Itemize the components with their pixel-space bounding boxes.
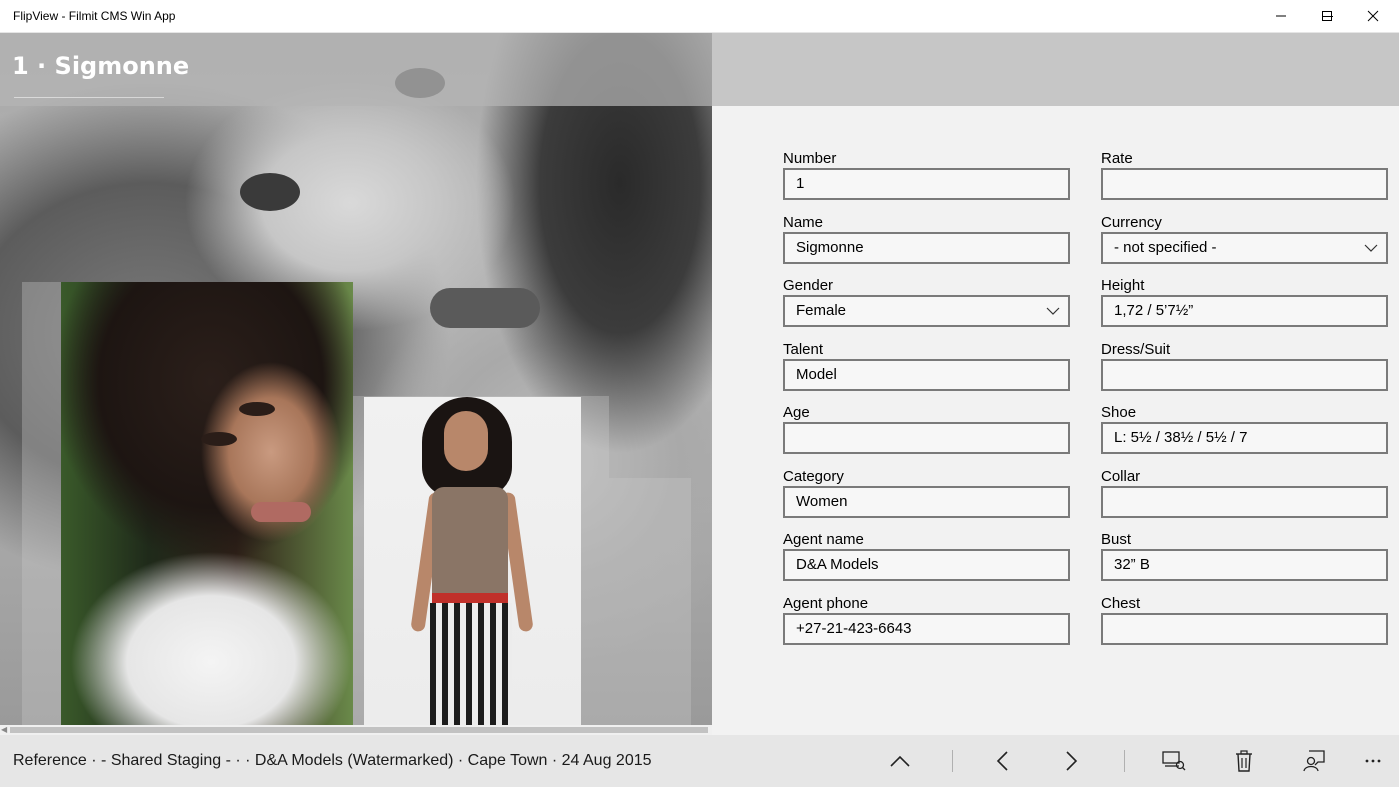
rate-label: Rate <box>1101 150 1133 167</box>
dress-suit-field[interactable] <box>1101 359 1388 391</box>
photo-detail <box>430 288 540 328</box>
currency-select[interactable]: - not specified - <box>1101 232 1388 264</box>
status-text: Reference · - Shared Staging - · · D&A M… <box>13 752 652 769</box>
gender-value: Female <box>796 302 847 319</box>
minimize-icon <box>1276 15 1286 17</box>
agent-name-field[interactable]: D&A Models <box>783 549 1070 581</box>
height-field[interactable]: 1,72 / 5’7½” <box>1101 295 1388 327</box>
name-field[interactable]: Sigmonne <box>783 232 1070 264</box>
photo-frame <box>22 282 61 725</box>
more-icon <box>1365 759 1381 763</box>
previous-button[interactable] <box>984 746 1020 776</box>
shoe-field[interactable]: L: 5½ / 38½ / 5½ / 7 <box>1101 422 1388 454</box>
talent-field[interactable]: Model <box>783 359 1070 391</box>
chevron-down-icon <box>1046 307 1060 315</box>
category-label: Category <box>783 468 844 485</box>
age-field[interactable] <box>783 422 1070 454</box>
collapse-button[interactable] <box>882 746 918 776</box>
contact-card-icon <box>1303 750 1325 772</box>
gender-label: Gender <box>783 277 834 294</box>
agent-phone-field[interactable]: +27-21-423-6643 <box>783 613 1070 645</box>
talent-label: Talent <box>783 341 824 358</box>
page-title: 1 · Sigmonne <box>12 52 190 80</box>
chest-field[interactable] <box>1101 613 1388 645</box>
maximize-button[interactable] <box>1304 0 1350 32</box>
header-band-right <box>712 33 1399 106</box>
gallery-button[interactable] <box>1156 746 1192 776</box>
close-button[interactable] <box>1350 0 1396 32</box>
horizontal-scrollbar[interactable]: ◀ <box>0 725 712 735</box>
minimize-button-2[interactable] <box>1258 0 1304 32</box>
name-label: Name <box>783 214 824 231</box>
delete-icon <box>1236 750 1252 772</box>
gallery-icon <box>1162 751 1186 771</box>
delete-button[interactable] <box>1226 746 1262 776</box>
rate-field[interactable] <box>1101 168 1388 200</box>
portrait-thumbnail[interactable] <box>61 282 353 725</box>
photo-flipview[interactable] <box>0 33 712 725</box>
chevron-down-icon <box>1364 244 1378 252</box>
previous-icon <box>996 751 1008 771</box>
chest-label: Chest <box>1101 595 1141 612</box>
close-icon <box>1367 10 1379 22</box>
next-button[interactable] <box>1054 746 1090 776</box>
photo-detail <box>240 173 300 211</box>
category-field[interactable]: Women <box>783 486 1070 518</box>
bust-label: Bust <box>1101 531 1132 548</box>
next-icon <box>1066 751 1078 771</box>
number-label: Number <box>783 150 837 167</box>
photo-frame <box>609 478 691 725</box>
agent-name-label: Agent name <box>783 531 864 548</box>
collar-field[interactable] <box>1101 486 1388 518</box>
contact-card-button[interactable] <box>1296 746 1332 776</box>
bust-field[interactable]: 32” B <box>1101 549 1388 581</box>
scrollbar-thumb[interactable] <box>10 727 708 733</box>
title-underline <box>14 97 164 98</box>
age-label: Age <box>783 404 810 421</box>
agent-phone-label: Agent phone <box>783 595 869 612</box>
maximize-icon <box>1322 11 1332 21</box>
full-body-thumbnail[interactable] <box>364 397 581 725</box>
dress-suit-label: Dress/Suit <box>1101 341 1171 358</box>
details-form: Number 1 Name Sigmonne Gender Female Tal… <box>712 106 1399 735</box>
height-label: Height <box>1101 277 1145 294</box>
bottom-app-bar: Reference · - Shared Staging - · · D&A M… <box>0 735 1399 787</box>
title-bar: FlipView - Filmit CMS Win App <box>0 0 1399 33</box>
currency-value: - not specified - <box>1114 239 1217 256</box>
gender-select[interactable]: Female <box>783 295 1070 327</box>
separator <box>952 750 953 772</box>
window-title: FlipView - Filmit CMS Win App <box>13 9 176 23</box>
collar-label: Collar <box>1101 468 1141 485</box>
number-field[interactable]: 1 <box>783 168 1070 200</box>
scroll-left-icon[interactable]: ◀ <box>1 725 7 734</box>
separator <box>1124 750 1125 772</box>
shoe-label: Shoe <box>1101 404 1137 421</box>
chevron-up-icon <box>890 755 910 767</box>
more-button[interactable] <box>1355 746 1391 776</box>
currency-label: Currency <box>1101 214 1162 231</box>
